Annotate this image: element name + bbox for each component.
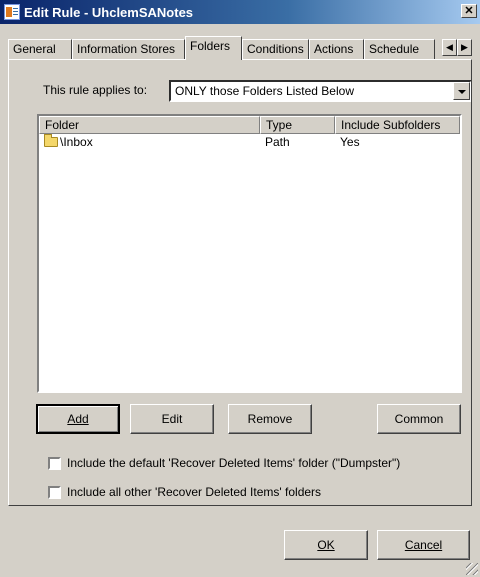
folders-tab-panel — [8, 59, 472, 506]
rule-icon — [4, 4, 20, 20]
window-title: Edit Rule - UhclemSANotes — [24, 4, 194, 20]
cancel-button[interactable]: Cancel — [377, 530, 470, 560]
edit-rule-dialog: Edit Rule - UhclemSANotes ✕ General Info… — [0, 0, 480, 577]
title-bar[interactable]: Edit Rule - UhclemSANotes ✕ — [0, 0, 480, 24]
tab-scroll-right-icon[interactable]: ▶ — [457, 39, 472, 56]
tab-information-stores[interactable]: Information Stores — [72, 39, 185, 59]
tab-conditions[interactable]: Conditions — [242, 39, 309, 59]
tab-scroll-left-icon[interactable]: ◀ — [442, 39, 457, 56]
close-icon[interactable]: ✕ — [461, 4, 477, 18]
ok-button-label: OK — [317, 538, 335, 552]
tab-folders[interactable]: Folders — [185, 36, 242, 60]
cancel-button-label: Cancel — [404, 538, 443, 552]
tab-actions[interactable]: Actions — [309, 39, 364, 59]
ok-button[interactable]: OK — [284, 530, 368, 560]
tab-general[interactable]: General — [8, 39, 72, 59]
tab-scroll-buttons: ◀ ▶ — [442, 39, 472, 56]
tab-strip: General Information Stores Folders Condi… — [8, 36, 472, 60]
resize-grip-icon[interactable] — [466, 563, 478, 575]
tab-schedule[interactable]: Schedule — [364, 39, 435, 59]
